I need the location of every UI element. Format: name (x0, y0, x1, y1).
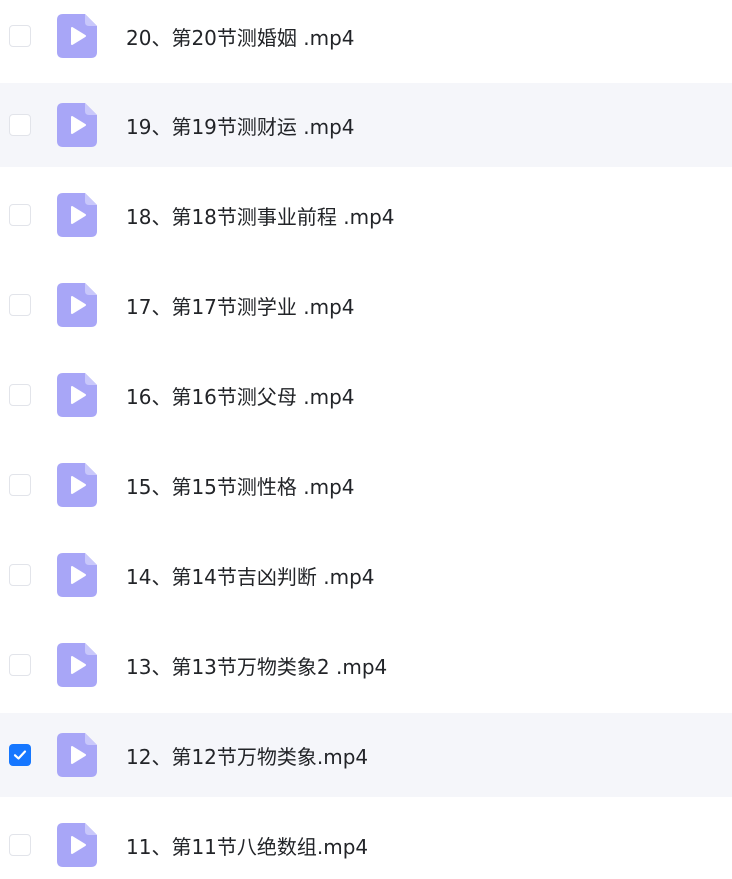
video-file-icon (57, 14, 97, 58)
row-checkbox[interactable] (9, 744, 31, 766)
file-name[interactable]: 14、第14节吉凶判断 .mp4 (126, 561, 375, 590)
row-checkbox[interactable] (9, 294, 31, 316)
row-checkbox[interactable] (9, 834, 31, 856)
video-file-icon (57, 103, 97, 147)
file-name[interactable]: 12、第12节万物类象.mp4 (126, 741, 368, 770)
file-row-selected[interactable]: 12、第12节万物类象.mp4 (0, 713, 732, 797)
file-row[interactable]: 16、第16节测父母 .mp4 (0, 353, 732, 437)
file-row[interactable]: 19、第19节测财运 .mp4 (0, 83, 732, 167)
file-name[interactable]: 17、第17节测学业 .mp4 (126, 291, 355, 320)
file-name[interactable]: 11、第11节八绝数组.mp4 (126, 831, 368, 860)
file-name[interactable]: 13、第13节万物类象2 .mp4 (126, 651, 387, 680)
file-row[interactable]: 11、第11节八绝数组.mp4 (0, 803, 732, 879)
checkmark-icon (13, 750, 27, 760)
file-name[interactable]: 16、第16节测父母 .mp4 (126, 381, 355, 410)
video-file-icon (57, 373, 97, 417)
video-file-icon (57, 463, 97, 507)
video-file-icon (57, 643, 97, 687)
row-checkbox[interactable] (9, 654, 31, 676)
row-checkbox[interactable] (9, 204, 31, 226)
video-file-icon (57, 553, 97, 597)
file-name[interactable]: 18、第18节测事业前程 .mp4 (126, 201, 395, 230)
video-file-icon (57, 823, 97, 867)
file-row[interactable]: 13、第13节万物类象2 .mp4 (0, 623, 732, 707)
file-name[interactable]: 15、第15节测性格 .mp4 (126, 471, 355, 500)
video-file-icon (57, 283, 97, 327)
file-name[interactable]: 20、第20节测婚姻 .mp4 (126, 22, 355, 51)
row-checkbox[interactable] (9, 474, 31, 496)
row-checkbox[interactable] (9, 564, 31, 586)
video-file-icon (57, 733, 97, 777)
row-checkbox[interactable] (9, 384, 31, 406)
row-checkbox[interactable] (9, 25, 31, 47)
file-name[interactable]: 19、第19节测财运 .mp4 (126, 111, 355, 140)
file-list: 20、第20节测婚姻 .mp4 19、第19节测财运 .mp4 18、第18节测… (0, 0, 732, 879)
row-checkbox[interactable] (9, 114, 31, 136)
file-row[interactable]: 17、第17节测学业 .mp4 (0, 263, 732, 347)
video-file-icon (57, 193, 97, 237)
file-row[interactable]: 20、第20节测婚姻 .mp4 (0, 0, 732, 78)
file-row[interactable]: 18、第18节测事业前程 .mp4 (0, 173, 732, 257)
file-row[interactable]: 14、第14节吉凶判断 .mp4 (0, 533, 732, 617)
file-row[interactable]: 15、第15节测性格 .mp4 (0, 443, 732, 527)
